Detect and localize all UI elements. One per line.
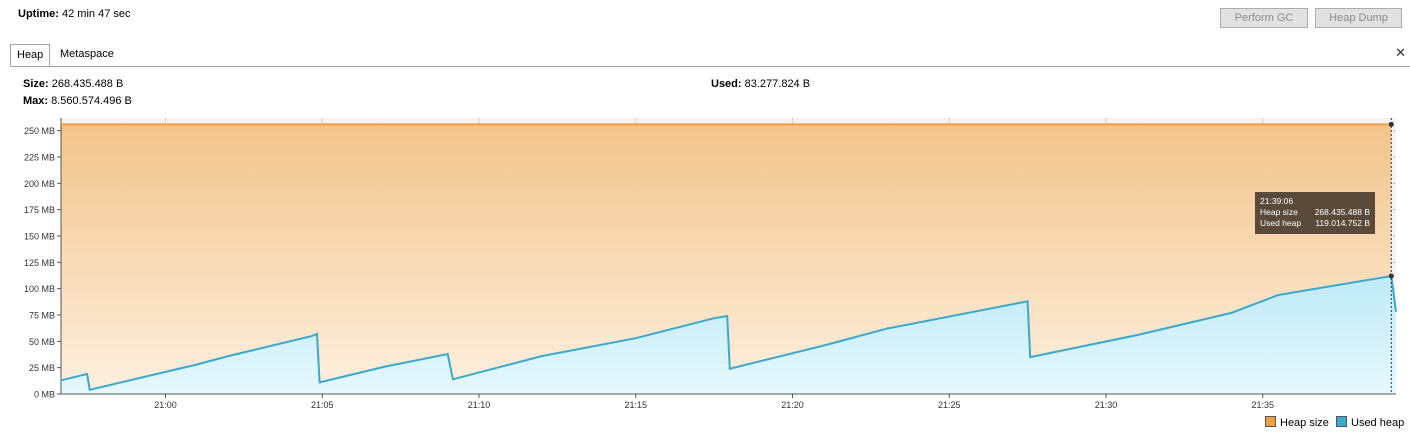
y-tick-label: 150 MB [24, 231, 55, 241]
y-tick-label: 225 MB [24, 152, 55, 162]
y-tick-label: 0 MB [34, 390, 55, 400]
x-tick-label: 21:20 [781, 400, 804, 410]
tooltip-used-value: 119.014.752 B [1315, 218, 1370, 228]
y-tick-label: 25 MB [29, 363, 55, 373]
tooltip: 21:39:06 Heap size 268.435.488 B Used hea… [1255, 192, 1375, 234]
y-tick-label: 250 MB [24, 126, 55, 136]
legend-used-heap: Used heap [1336, 416, 1404, 429]
heap-size-swatch [1265, 416, 1276, 427]
y-tick-label: 200 MB [24, 179, 55, 189]
x-tick-label: 21:10 [468, 400, 491, 410]
tooltip-row-used: Used heap 119.014.752 B [1260, 218, 1370, 229]
x-tick-label: 21:30 [1095, 400, 1118, 410]
y-tick-label: 175 MB [24, 205, 55, 215]
legend-heap-size: Heap size [1265, 416, 1329, 429]
tooltip-heap-label: Heap size [1260, 207, 1298, 217]
x-tick-label: 21:15 [624, 400, 647, 410]
legend-heap-size-label: Heap size [1280, 417, 1329, 429]
used-heap-cursor-point [1388, 273, 1394, 279]
tooltip-heap-value: 268.435.488 B [1314, 207, 1370, 217]
x-tick-label: 21:25 [938, 400, 961, 410]
x-tick-label: 21:00 [154, 400, 177, 410]
tooltip-time: 21:39:06 [1260, 196, 1294, 206]
heap-size-cursor-point [1388, 121, 1394, 127]
tooltip-row-heap: Heap size 268.435.488 B [1260, 207, 1370, 218]
x-tick-label: 21:05 [311, 400, 334, 410]
heap-chart: 0 MB 25 MB 50 MB 75 MB 100 MB 125 MB 150 MB 175… [24, 118, 1397, 410]
tooltip-used-label: Used heap [1260, 218, 1302, 228]
legend-used-heap-label: Used heap [1351, 417, 1405, 429]
used-heap-swatch [1336, 416, 1347, 427]
y-tick-label: 100 MB [24, 284, 55, 294]
y-tick-label: 125 MB [24, 258, 55, 268]
x-tick-label: 21:35 [1251, 400, 1274, 410]
y-tick-label: 50 MB [29, 337, 55, 347]
y-tick-label: 75 MB [29, 310, 55, 320]
